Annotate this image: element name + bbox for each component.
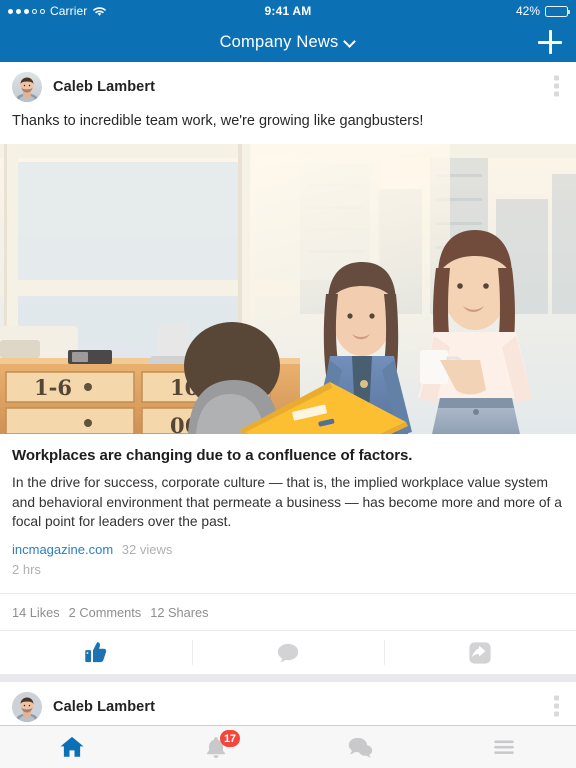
post-action-bar xyxy=(0,630,576,674)
feed-post: Caleb Lambert Thanks to incredible team … xyxy=(0,62,576,675)
tab-messages[interactable] xyxy=(288,726,432,768)
tab-more[interactable] xyxy=(432,726,576,768)
comment-button[interactable] xyxy=(192,631,384,674)
add-post-button[interactable] xyxy=(536,28,564,56)
navigation-bar: Company News xyxy=(0,22,576,62)
share-count[interactable]: 12 Shares xyxy=(150,605,208,620)
post-options-button[interactable] xyxy=(551,73,562,100)
battery-percent-label: 42% xyxy=(515,4,540,18)
post-options-button[interactable] xyxy=(551,693,562,720)
article-source-link[interactable]: incmagazine.com xyxy=(12,542,113,557)
article-meta: incmagazine.com 32 views 2 hrs xyxy=(12,541,564,580)
post-author-name: Caleb Lambert xyxy=(53,699,156,716)
bottom-tab-bar: 17 xyxy=(0,725,576,768)
page-title: Company News xyxy=(219,32,339,51)
post-header: Caleb Lambert xyxy=(0,62,576,110)
status-bar-left: Carrier xyxy=(8,4,107,18)
wifi-icon xyxy=(93,6,107,16)
app-root: Carrier 9:41 AM 42% Company News Caleb L… xyxy=(0,0,576,768)
news-feed[interactable]: Caleb Lambert Thanks to incredible team … xyxy=(0,62,576,725)
status-bar-right: 42% xyxy=(515,4,570,18)
avatar[interactable] xyxy=(12,72,42,102)
post-timestamp: 2 hrs xyxy=(12,561,41,577)
hamburger-menu-icon xyxy=(491,734,517,760)
battery-icon xyxy=(545,5,570,17)
engagement-counts: 14 Likes 2 Comments 12 Shares xyxy=(0,593,576,630)
post-author-name: Caleb Lambert xyxy=(53,79,156,95)
tab-home[interactable] xyxy=(0,726,144,768)
feed-selector-dropdown[interactable]: Company News xyxy=(220,33,357,52)
link-preview-card[interactable]: Workplaces are changing due to a conflue… xyxy=(0,434,576,586)
post-header: Caleb Lambert xyxy=(0,682,576,725)
chat-bubbles-icon xyxy=(347,734,373,760)
comment-count[interactable]: 2 Comments xyxy=(69,605,142,620)
article-description: In the drive for success, corporate cult… xyxy=(12,475,562,530)
avatar[interactable] xyxy=(12,692,42,723)
notification-badge: 17 xyxy=(220,730,240,747)
carrier-label: Carrier xyxy=(50,4,88,18)
chevron-down-icon xyxy=(345,37,356,48)
post-body-text: Thanks to incredible team work, we're gr… xyxy=(12,113,424,129)
share-button[interactable] xyxy=(384,631,576,674)
feed-post: Caleb Lambert xyxy=(0,682,576,725)
article-title: Workplaces are changing due to a conflue… xyxy=(12,446,413,464)
comment-bubble-icon xyxy=(275,640,301,666)
share-arrow-icon xyxy=(467,640,493,666)
tab-notifications[interactable]: 17 xyxy=(144,726,288,768)
home-icon xyxy=(59,734,85,760)
like-button[interactable] xyxy=(0,631,192,674)
signal-strength-icon xyxy=(8,8,45,14)
status-bar: Carrier 9:41 AM 42% xyxy=(0,0,576,22)
thumbs-up-icon xyxy=(83,640,109,666)
article-view-count: 32 views xyxy=(121,541,173,557)
like-count[interactable]: 14 Likes xyxy=(12,605,60,620)
post-photo[interactable]: 1-6 10 06 xyxy=(0,143,576,434)
